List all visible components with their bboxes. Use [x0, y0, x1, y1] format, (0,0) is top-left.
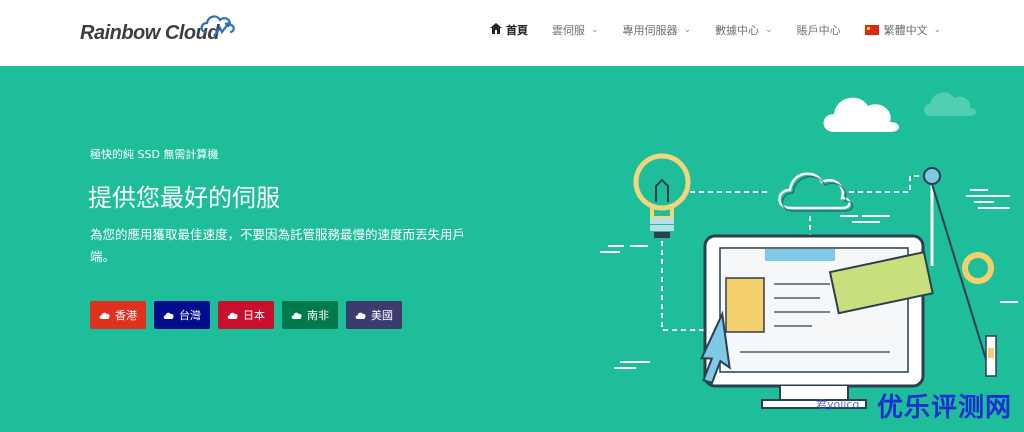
- home-icon: [490, 23, 502, 37]
- china-flag-icon: [864, 25, 879, 35]
- chevron-down-icon: ⌄: [765, 25, 773, 35]
- nav-item-cloud-server[interactable]: 雲伺服 ⌄: [552, 22, 599, 38]
- hero-title: 提供您最好的伺服: [88, 184, 280, 212]
- chevron-down-icon: ⌄: [683, 25, 692, 35]
- nav-item-data-center[interactable]: 數據中心 ⌄: [715, 22, 773, 38]
- chevron-down-icon: ⌄: [591, 25, 599, 35]
- region-buttons: 香港 台灣 日本 南非 美國: [90, 301, 410, 329]
- cloud-icon: [227, 309, 238, 322]
- nav-label: 專用伺服器: [622, 24, 678, 37]
- nav-item-dedicated-server[interactable]: 專用伺服器 ⌄: [623, 22, 692, 38]
- button-label: 美國: [371, 309, 393, 322]
- nav-label: 首頁: [506, 24, 528, 37]
- button-label: 日本: [243, 309, 265, 322]
- rainbow-cloud-logo[interactable]: Rainbow Cloud: [80, 10, 240, 56]
- nav-item-language[interactable]: 繁體中文 ⌄: [864, 22, 942, 38]
- cloud-outline-icon: [778, 172, 854, 212]
- watermark-text: 优乐评测网: [876, 393, 1012, 423]
- main-nav: 首頁 雲伺服 ⌄ 專用伺服器 ⌄ 數據中心 ⌄ 賬戶中心 繁體中文 ⌄: [490, 18, 965, 42]
- button-label: 台灣: [179, 309, 201, 322]
- nav-label: 賬戶中心: [796, 24, 841, 37]
- region-button-japan[interactable]: 日本: [218, 301, 274, 329]
- gear-icon: [923, 167, 997, 377]
- nav-item-account-center[interactable]: 賬戶中心: [797, 22, 841, 38]
- cloud-icon: [291, 309, 302, 322]
- site-header: Rainbow Cloud 首頁 雲伺服 ⌄ 專用伺服器 ⌄ 數據中心 ⌄ 賬戶…: [0, 0, 1024, 66]
- hero-description: 為您的應用獲取最佳速度，不要因為託管服務最慢的速度而丟失用戶端。: [90, 227, 466, 264]
- button-label: 香港: [115, 309, 137, 322]
- nav-label: 數據中心: [715, 24, 760, 37]
- region-button-taiwan[interactable]: 台灣: [154, 301, 210, 329]
- region-button-usa[interactable]: 美國: [346, 301, 402, 329]
- region-button-hongkong[interactable]: 香港: [90, 301, 146, 329]
- cloud-icon: [355, 309, 366, 322]
- chevron-down-icon: ⌄: [933, 25, 942, 35]
- hero-illustration: [600, 92, 1018, 409]
- hero-banner: 極快的純 SSD 無需計算機 提供您最好的伺服 為您的應用獲取最佳速度，不要因為…: [0, 66, 1024, 432]
- region-button-south-africa[interactable]: 南非: [282, 301, 338, 329]
- hero-subtitle: 極快的純 SSD 無需計算機: [90, 148, 219, 161]
- cloud-icon: [823, 97, 899, 132]
- cloud-icon: [924, 92, 976, 116]
- button-label: 南非: [307, 309, 329, 322]
- nav-label: 繁體中文: [883, 24, 928, 37]
- cloud-icon: [163, 309, 174, 322]
- lightbulb-icon: [633, 153, 691, 238]
- watermark-small: 君yolicq: [816, 398, 860, 411]
- nav-item-home[interactable]: 首頁: [490, 22, 528, 38]
- cloud-icon: [99, 309, 110, 322]
- logo-cloud-icon: [200, 15, 235, 37]
- nav-label: 雲伺服: [552, 24, 585, 37]
